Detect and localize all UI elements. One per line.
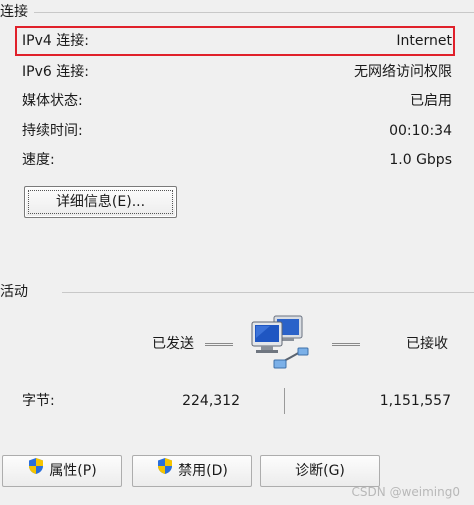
network-computers-icon bbox=[244, 312, 316, 370]
disable-button[interactable]: 禁用(D) bbox=[132, 455, 252, 487]
uac-shield-icon bbox=[156, 456, 174, 486]
bytes-divider bbox=[284, 388, 285, 414]
disable-button-label: 禁用(D) bbox=[178, 463, 228, 479]
watermark: CSDN @weiming0 bbox=[351, 485, 460, 499]
connection-group-title: 连接 bbox=[0, 3, 32, 21]
bytes-sent-value: 224,312 bbox=[182, 393, 240, 409]
uac-shield-icon bbox=[27, 456, 45, 486]
media-state-value: 已启用 bbox=[410, 93, 452, 109]
duration-label: 持续时间: bbox=[22, 123, 83, 139]
received-dash bbox=[332, 343, 360, 346]
network-status-dialog: 连接 IPv4 连接: Internet IPv6 连接: 无网络访问权限 媒体… bbox=[0, 0, 474, 505]
sent-label: 已发送 bbox=[152, 336, 194, 352]
duration-value: 00:10:34 bbox=[389, 123, 452, 139]
ipv4-label: IPv4 连接: bbox=[22, 33, 89, 49]
activity-group-title: 活动 bbox=[0, 283, 32, 301]
sent-dash bbox=[205, 343, 233, 346]
ipv4-row: IPv4 连接: Internet bbox=[22, 29, 452, 53]
details-button[interactable]: 详细信息(E)... bbox=[24, 186, 177, 218]
received-label: 已接收 bbox=[406, 336, 448, 352]
details-button-label: 详细信息(E)... bbox=[55, 194, 146, 210]
properties-button[interactable]: 属性(P) bbox=[2, 455, 122, 487]
diagnose-button[interactable]: 诊断(G) bbox=[260, 455, 380, 487]
bytes-label: 字节: bbox=[22, 393, 55, 409]
media-state-row: 媒体状态: 已启用 bbox=[22, 89, 452, 113]
ipv6-value: 无网络访问权限 bbox=[354, 64, 452, 80]
duration-row: 持续时间: 00:10:34 bbox=[22, 119, 452, 143]
media-state-label: 媒体状态: bbox=[22, 93, 83, 109]
bytes-received-value: 1,151,557 bbox=[379, 393, 451, 409]
diagnose-button-label: 诊断(G) bbox=[295, 463, 345, 479]
speed-label: 速度: bbox=[22, 152, 55, 168]
ipv6-label: IPv6 连接: bbox=[22, 64, 89, 80]
connection-group-line bbox=[34, 12, 474, 13]
ipv4-value: Internet bbox=[396, 33, 452, 49]
speed-row: 速度: 1.0 Gbps bbox=[22, 148, 452, 172]
ipv6-row: IPv6 连接: 无网络访问权限 bbox=[22, 60, 452, 84]
speed-value: 1.0 Gbps bbox=[389, 152, 452, 168]
properties-button-label: 属性(P) bbox=[49, 463, 97, 479]
activity-group-line bbox=[62, 292, 474, 293]
